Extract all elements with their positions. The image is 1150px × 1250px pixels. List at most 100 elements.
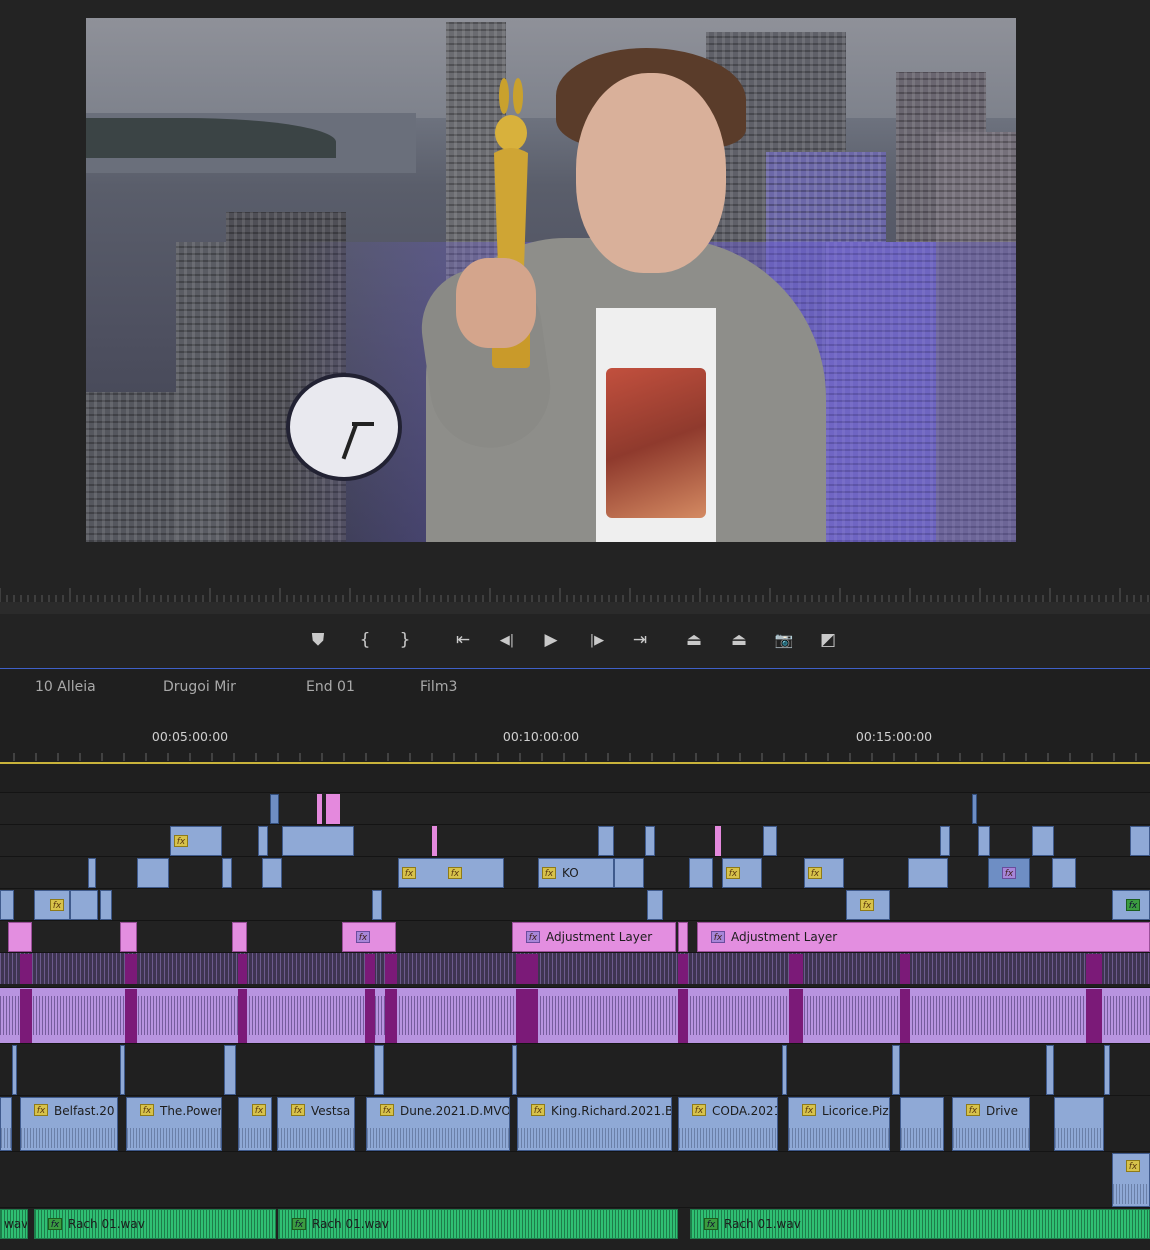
timeline-clip[interactable] xyxy=(1032,826,1054,856)
timeline-clip[interactable] xyxy=(1104,1045,1110,1095)
timeline-clip[interactable] xyxy=(1086,954,1102,984)
timeline-clip[interactable] xyxy=(270,794,279,824)
timeline-clip[interactable] xyxy=(365,989,375,1043)
clip-the-power[interactable]: fx The.Power. xyxy=(126,1097,222,1151)
timeline-clip[interactable]: fx xyxy=(342,922,396,952)
timeline-clip[interactable] xyxy=(100,890,112,920)
timeline-clip[interactable] xyxy=(782,1045,787,1095)
timeline-clip[interactable] xyxy=(432,826,437,856)
timeline-clip[interactable] xyxy=(20,989,32,1043)
timeline-clip[interactable] xyxy=(908,858,948,888)
timeline-clip[interactable]: fx xyxy=(1112,890,1150,920)
work-area-bar[interactable] xyxy=(0,762,1150,764)
tab-10-alleia[interactable]: 10 Alleia xyxy=(35,679,96,695)
timeline-clip[interactable] xyxy=(678,989,688,1043)
timeline-clip[interactable] xyxy=(645,826,655,856)
video-frame[interactable] xyxy=(86,18,1016,542)
adjustment-layer-clip[interactable]: fx Adjustment Layer xyxy=(512,922,676,952)
mark-out-icon[interactable]: } xyxy=(390,626,420,654)
timeline-clip[interactable] xyxy=(512,1045,517,1095)
timeline-clip[interactable] xyxy=(262,858,282,888)
comparison-view-icon[interactable]: ◩ xyxy=(813,626,843,654)
timeline-clip[interactable]: fx xyxy=(34,890,70,920)
timeline-clip[interactable] xyxy=(715,826,721,856)
clip-music[interactable]: fx Rach 01.wav xyxy=(34,1209,276,1239)
monitor-zoom-bar[interactable] xyxy=(0,602,1150,614)
timeline-clip[interactable] xyxy=(0,890,14,920)
timeline-clip[interactable] xyxy=(1054,1097,1104,1151)
timeline-clip[interactable] xyxy=(789,954,803,984)
clip-vestsa[interactable]: fx Vestsa xyxy=(277,1097,355,1151)
timeline-clip[interactable] xyxy=(88,858,96,888)
timeline-clip[interactable] xyxy=(0,1097,12,1151)
timeline-clip[interactable] xyxy=(238,954,247,984)
timeline-clip[interactable] xyxy=(372,890,382,920)
timeline-clip[interactable] xyxy=(385,954,397,984)
timeline-clip[interactable] xyxy=(763,826,777,856)
timeline-clip[interactable] xyxy=(516,954,538,984)
timeline-clip[interactable]: fx xyxy=(722,858,762,888)
timeline-clip[interactable]: fx xyxy=(804,858,844,888)
tab-film3[interactable]: Film3 xyxy=(420,679,457,695)
timeline-clip[interactable] xyxy=(900,1097,944,1151)
clip-belfast[interactable]: fx Belfast.20 xyxy=(20,1097,118,1151)
clip-drive[interactable]: fx Drive xyxy=(952,1097,1030,1151)
timeline-clip[interactable] xyxy=(940,826,950,856)
timeline-clip[interactable] xyxy=(1130,826,1150,856)
timeline-clip[interactable] xyxy=(689,858,713,888)
timeline-clip[interactable] xyxy=(516,989,538,1043)
timeline-clip[interactable] xyxy=(900,989,910,1043)
timeline-clip[interactable]: fx KO xyxy=(538,858,614,888)
timeline-clip[interactable] xyxy=(317,794,322,824)
timeline-clip[interactable] xyxy=(222,858,232,888)
timeline-clip[interactable] xyxy=(238,989,247,1043)
timeline-clip[interactable] xyxy=(326,794,340,824)
mark-in-icon[interactable]: { xyxy=(350,626,380,654)
timeline-clip[interactable] xyxy=(232,922,247,952)
go-to-out-icon[interactable]: ⇥ xyxy=(625,626,655,654)
adjustment-layer-clip[interactable]: fx Adjustment Layer xyxy=(697,922,1150,952)
timeline-clip[interactable] xyxy=(120,1045,125,1095)
timeline-clip[interactable]: fx xyxy=(988,858,1030,888)
timeline-clip[interactable] xyxy=(789,989,803,1043)
timeline-clip[interactable] xyxy=(598,826,614,856)
timeline-clip[interactable] xyxy=(125,954,137,984)
timeline-clip[interactable] xyxy=(125,989,137,1043)
timeline-clip[interactable] xyxy=(1046,1045,1054,1095)
timeline-clip[interactable] xyxy=(120,922,137,952)
timeline-clip[interactable] xyxy=(678,922,688,952)
timeline-clip[interactable]: fx xyxy=(170,826,222,856)
timeline-clip[interactable] xyxy=(12,1045,17,1095)
step-forward-icon[interactable]: |▶ xyxy=(582,626,612,654)
monitor-scrubber-ruler[interactable] xyxy=(0,588,1150,602)
timeline-clip[interactable] xyxy=(70,890,98,920)
extract-icon[interactable]: ⏏ xyxy=(724,626,754,654)
timeline-time-ruler[interactable]: 00:05:00:00 00:10:00:00 00:15:00:00 xyxy=(0,717,1150,763)
timeline-clip[interactable]: fx xyxy=(1112,1153,1150,1207)
timeline-clip[interactable] xyxy=(282,826,354,856)
clip-music[interactable]: fx Rach 01.wav xyxy=(690,1209,1150,1239)
timeline-clip[interactable] xyxy=(614,858,644,888)
clip-licorice-pizza[interactable]: fx Licorice.Pizz xyxy=(788,1097,890,1151)
lift-icon[interactable]: ⏏ xyxy=(679,626,709,654)
timeline-clip[interactable] xyxy=(224,1045,236,1095)
export-frame-icon[interactable]: 📷 xyxy=(769,626,799,654)
timeline-clip[interactable] xyxy=(137,858,169,888)
timeline-clip[interactable] xyxy=(900,954,910,984)
timeline-clip[interactable] xyxy=(647,890,663,920)
clip-coda[interactable]: fx CODA.2021 xyxy=(678,1097,778,1151)
go-to-in-icon[interactable]: ⇤ xyxy=(448,626,478,654)
play-icon[interactable]: ▶ xyxy=(536,626,566,654)
timeline-clip[interactable] xyxy=(1052,858,1076,888)
timeline-clip[interactable]: fx xyxy=(846,890,890,920)
timeline-clip[interactable] xyxy=(978,826,990,856)
step-back-icon[interactable]: ◀| xyxy=(492,626,522,654)
timeline-clip[interactable] xyxy=(258,826,268,856)
clip-music[interactable]: fx Rach 01.wav xyxy=(278,1209,678,1239)
timeline-clip[interactable] xyxy=(1086,989,1102,1043)
clip-music[interactable]: wav xyxy=(0,1209,28,1239)
timeline-clip[interactable] xyxy=(374,1045,384,1095)
timeline-clip[interactable] xyxy=(678,954,688,984)
tab-drugoi-mir[interactable]: Drugoi Mir xyxy=(163,679,236,695)
add-marker-icon[interactable]: ⛊ xyxy=(303,626,333,654)
